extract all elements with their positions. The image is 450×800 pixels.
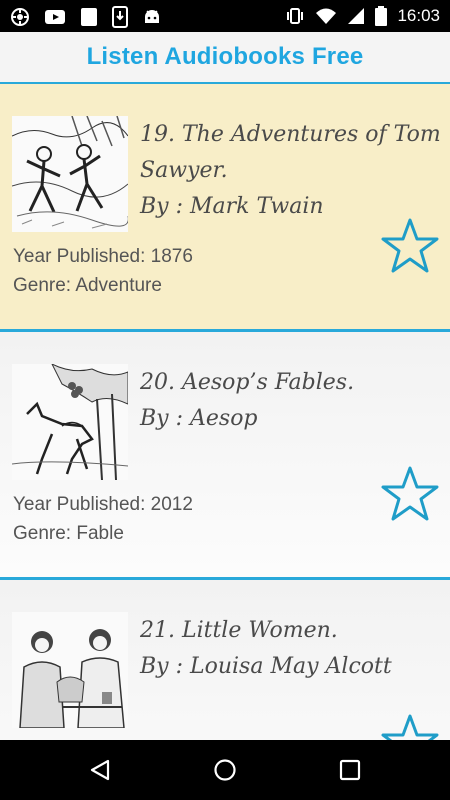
vibrate-icon <box>287 8 304 24</box>
book-genre: Genre: Fable <box>13 523 124 544</box>
book-title: 21. Little Women. By : Louisa May Alcott <box>140 613 445 685</box>
blank-app-icon <box>81 8 97 26</box>
book-title-text: 20. Aesop’s Fables. <box>140 370 355 395</box>
app-title: Listen Audiobooks Free <box>86 43 364 70</box>
recents-icon[interactable] <box>339 759 361 781</box>
book-thumbnail <box>12 364 128 480</box>
back-icon[interactable] <box>88 758 112 782</box>
wifi-icon <box>316 8 337 24</box>
signal-icon <box>348 8 365 24</box>
book-card-little-women[interactable]: 21. Little Women. By : Louisa May Alcott <box>0 580 450 740</box>
book-thumbnail <box>12 116 128 232</box>
book-card-aesops-fables[interactable]: 20. Aesop’s Fables. By : Aesop Year Publ… <box>0 332 450 580</box>
battery-icon <box>375 6 388 26</box>
book-year: Year Published: 2012 <box>13 494 193 515</box>
book-title-text: 21. Little Women. <box>140 618 338 643</box>
book-author: By : Aesop <box>140 406 258 431</box>
book-thumbnail <box>12 612 128 728</box>
book-author: By : Louisa May Alcott <box>140 654 392 679</box>
book-year: Year Published: 1876 <box>13 246 193 267</box>
home-icon[interactable] <box>213 758 237 782</box>
favorite-star-icon[interactable] <box>380 464 440 524</box>
status-bar: 16:03 <box>0 0 450 32</box>
book-title-text: 19. The Adventures of Tom Sawyer. <box>140 122 441 183</box>
youtube-icon <box>45 10 65 24</box>
android-icon <box>145 10 159 23</box>
favorite-star-icon[interactable] <box>380 712 440 740</box>
book-list[interactable]: 19. The Adventures of Tom Sawyer. By : M… <box>0 84 450 740</box>
settings-wheel-icon <box>11 8 29 26</box>
book-card-tom-sawyer[interactable]: 19. The Adventures of Tom Sawyer. By : M… <box>0 84 450 332</box>
favorite-star-icon[interactable] <box>380 216 440 276</box>
book-title: 19. The Adventures of Tom Sawyer. By : M… <box>140 117 445 225</box>
book-genre: Genre: Adventure <box>13 275 162 296</box>
clock: 16:03 <box>397 6 440 25</box>
app-bar: Listen Audiobooks Free <box>0 32 450 84</box>
navigation-bar <box>0 740 450 800</box>
book-title: 20. Aesop’s Fables. By : Aesop <box>140 365 445 437</box>
phone-download-icon <box>112 6 128 28</box>
